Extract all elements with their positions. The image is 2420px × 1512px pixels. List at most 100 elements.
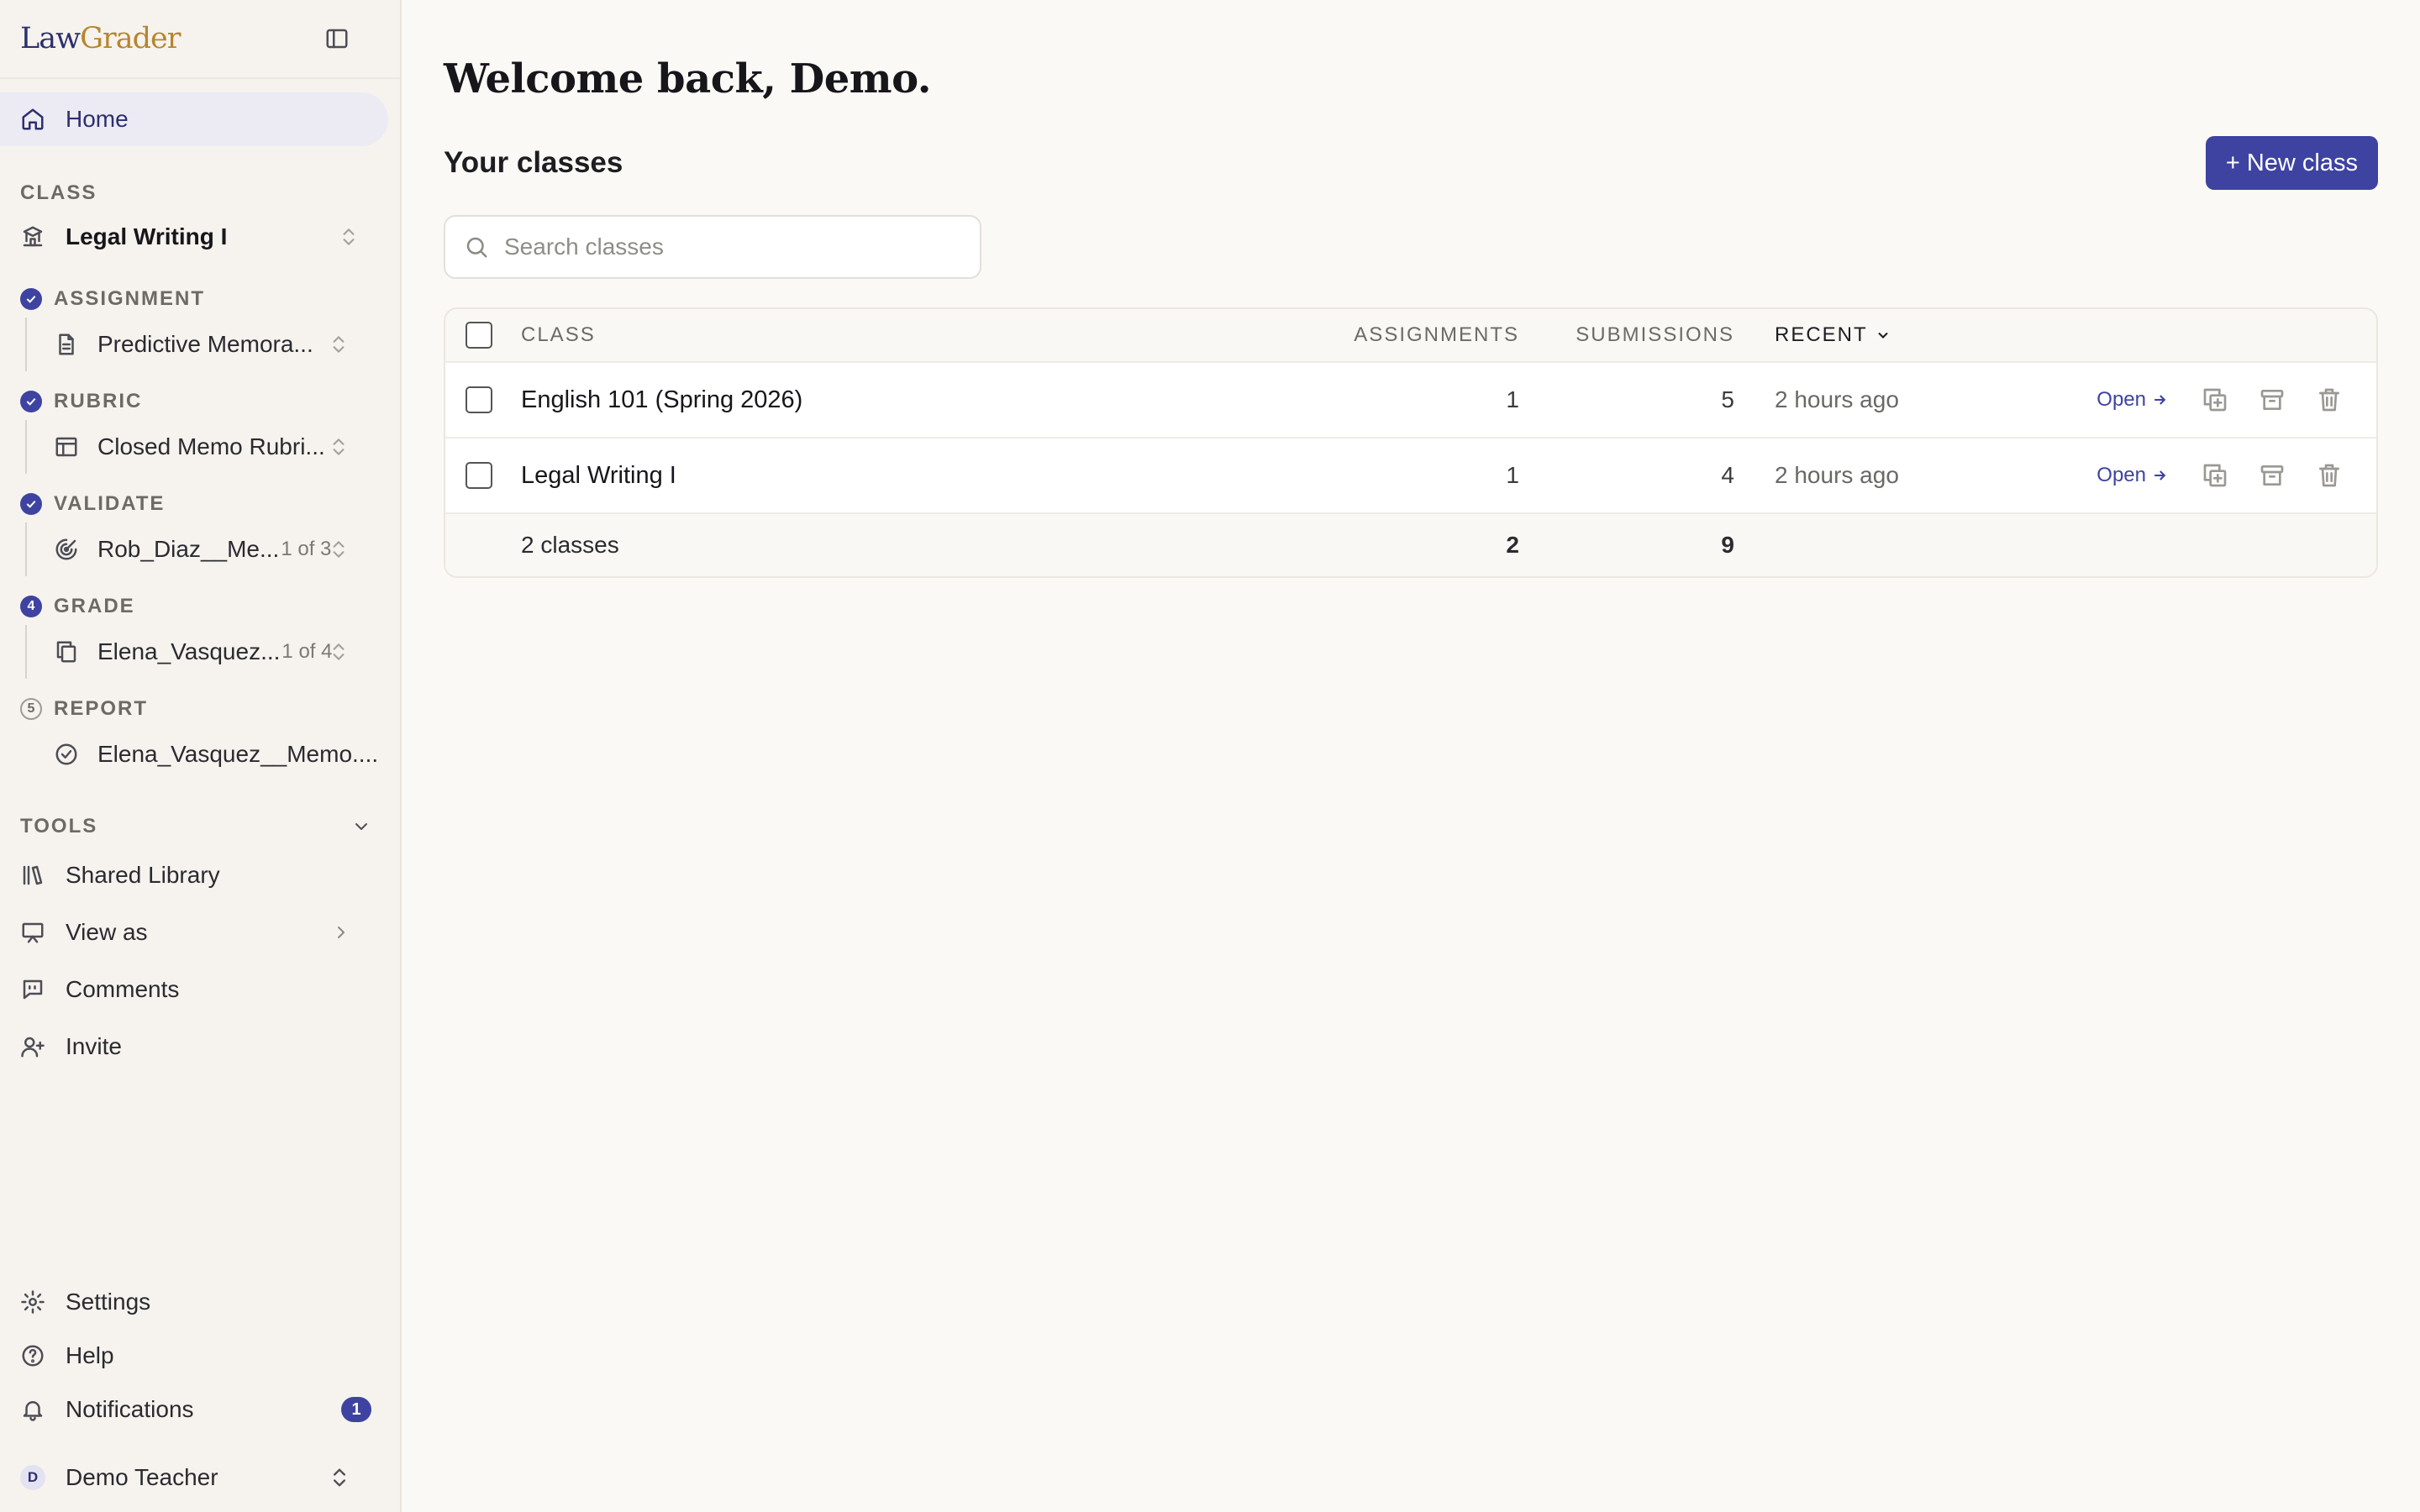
trash-icon[interactable] (2301, 386, 2358, 413)
notifications-count-badge: 1 (341, 1397, 371, 1422)
avatar: D (20, 1465, 45, 1490)
step-assignment-item: Predictive Memora... (97, 331, 313, 357)
school-icon (20, 224, 45, 249)
target-icon (54, 537, 79, 562)
table-header-row: CLASS ASSIGNMENTS SUBMISSIONS RECENT (445, 309, 2376, 363)
step-report-item: Elena_Vasquez__Memo.... (97, 741, 379, 767)
step-assignment-selector[interactable]: Predictive Memora... (25, 318, 380, 371)
row-select-cell (445, 462, 521, 489)
sidebar-item-settings[interactable]: Settings (0, 1275, 400, 1329)
step-validate: VALIDATE Rob_Diaz__Me... 1 of 3 (0, 486, 400, 576)
tool-invite[interactable]: Invite (0, 1018, 400, 1075)
tool-view-as[interactable]: View as (0, 904, 400, 961)
step-validate-label: VALIDATE (54, 492, 166, 515)
classes-header: Your classes + New class (444, 136, 2378, 190)
submissions-cell: 5 (1721, 386, 1734, 412)
column-header-recent[interactable]: RECENT (1734, 323, 1986, 347)
sidebar-toggle-icon[interactable] (324, 26, 350, 51)
tool-invite-label: Invite (66, 1033, 122, 1059)
step-rubric-label: RUBRIC (54, 390, 143, 412)
step-report-selector[interactable]: Elena_Vasquez__Memo.... (25, 727, 380, 781)
sidebar-item-home-label: Home (66, 106, 129, 132)
sidebar-item-notifications[interactable]: Notifications 1 (0, 1383, 400, 1436)
main-content: Welcome back, Demo. Your classes + New c… (402, 0, 2420, 1512)
check-circle-icon (20, 391, 42, 412)
step-rubric-item: Closed Memo Rubri... (97, 433, 325, 459)
footer-class-count: 2 classes (521, 532, 619, 558)
library-icon (20, 863, 45, 888)
sidebar-item-help[interactable]: Help (0, 1329, 400, 1383)
step-report-label: REPORT (54, 697, 149, 720)
table-footer-row: 2 classes 2 9 (445, 514, 2376, 576)
row-checkbox[interactable] (466, 386, 492, 413)
column-header-recent-label: RECENT (1775, 323, 1868, 346)
chevron-up-down-icon (328, 538, 350, 560)
row-checkbox[interactable] (466, 462, 492, 489)
chevron-up-down-icon (338, 226, 360, 248)
duplicate-icon[interactable] (2186, 462, 2244, 489)
column-header-class[interactable]: CLASS (521, 323, 1319, 347)
sidebar-bottom-nav: Settings Help Notifications 1 D Demo Tea… (0, 1275, 400, 1512)
step-rubric: RUBRIC Closed Memo Rubri... (0, 383, 400, 474)
brand-logo[interactable]: LawGrader (20, 22, 181, 55)
column-header-submissions[interactable]: SUBMISSIONS (1519, 323, 1734, 347)
class-name-cell[interactable]: Legal Writing I (521, 462, 1319, 490)
assignments-cell: 1 (1506, 462, 1519, 488)
tool-shared-library[interactable]: Shared Library (0, 847, 400, 904)
tools-section-header[interactable]: TOOLS (0, 806, 400, 847)
tool-view-as-label: View as (66, 919, 148, 945)
table-icon (54, 434, 79, 459)
row-actions: Open (1986, 386, 2376, 413)
step-grade-label: GRADE (54, 595, 135, 617)
user-menu[interactable]: D Demo Teacher (0, 1443, 400, 1512)
duplicate-icon[interactable] (2186, 386, 2244, 413)
table-row[interactable]: Legal Writing I 1 4 2 hours ago Open (445, 438, 2376, 514)
arrow-right-icon (2154, 470, 2166, 480)
new-class-button[interactable]: + New class (2205, 136, 2378, 190)
step-grade-item: Elena_Vasquez... (97, 638, 281, 664)
step-grade: 4 GRADE Elena_Vasquez... 1 of 4 (0, 588, 400, 679)
badge-check-icon (54, 742, 79, 767)
open-class-link-label: Open (2096, 388, 2146, 411)
archive-icon[interactable] (2244, 462, 2301, 489)
page-title: Welcome back, Demo. (444, 55, 931, 102)
chevron-down-icon (1877, 332, 1888, 339)
step-validate-selector[interactable]: Rob_Diaz__Me... 1 of 3 (25, 522, 380, 576)
step-assignment: ASSIGNMENT Predictive Memora... (0, 281, 400, 371)
open-class-link[interactable]: Open (2096, 464, 2168, 487)
home-icon (20, 107, 45, 132)
assignments-cell: 1 (1506, 386, 1519, 412)
check-circle-icon (20, 493, 42, 515)
class-selector[interactable]: Legal Writing I (0, 210, 400, 264)
step-assignment-label: ASSIGNMENT (54, 287, 206, 310)
class-selector-label: Legal Writing I (66, 223, 228, 249)
archive-icon[interactable] (2244, 386, 2301, 413)
sidebar-item-home[interactable]: Home (0, 92, 388, 146)
chevron-up-down-icon (328, 1466, 351, 1489)
user-name: Demo Teacher (66, 1464, 218, 1490)
sidebar-item-help-label: Help (66, 1342, 114, 1368)
step-grade-number: 4 (20, 596, 42, 617)
step-report-number: 5 (20, 698, 42, 720)
brand-logo-law: Law (20, 22, 81, 55)
select-all-cell (445, 322, 521, 349)
column-header-assignments[interactable]: ASSIGNMENTS (1319, 323, 1519, 347)
step-grade-selector[interactable]: Elena_Vasquez... 1 of 4 (25, 625, 380, 679)
gear-icon (20, 1289, 45, 1315)
open-class-link[interactable]: Open (2096, 388, 2168, 412)
chevron-up-down-icon (328, 436, 350, 458)
search-icon (464, 234, 489, 260)
classes-table: CLASS ASSIGNMENTS SUBMISSIONS RECENT Eng… (444, 307, 2378, 578)
class-name-cell[interactable]: English 101 (Spring 2026) (521, 386, 1319, 414)
step-rubric-selector[interactable]: Closed Memo Rubri... (25, 420, 380, 474)
table-row[interactable]: English 101 (Spring 2026) 1 5 2 hours ag… (445, 363, 2376, 438)
recent-cell: 2 hours ago (1775, 462, 1899, 488)
check-circle-icon (20, 288, 42, 310)
select-all-checkbox[interactable] (466, 322, 492, 349)
trash-icon[interactable] (2301, 462, 2358, 489)
step-validate-header: VALIDATE (20, 486, 380, 522)
tool-comments[interactable]: Comments (0, 961, 400, 1018)
tool-shared-library-label: Shared Library (66, 862, 220, 888)
brand-logo-grader: Grader (80, 22, 181, 55)
search-input[interactable] (504, 234, 961, 260)
